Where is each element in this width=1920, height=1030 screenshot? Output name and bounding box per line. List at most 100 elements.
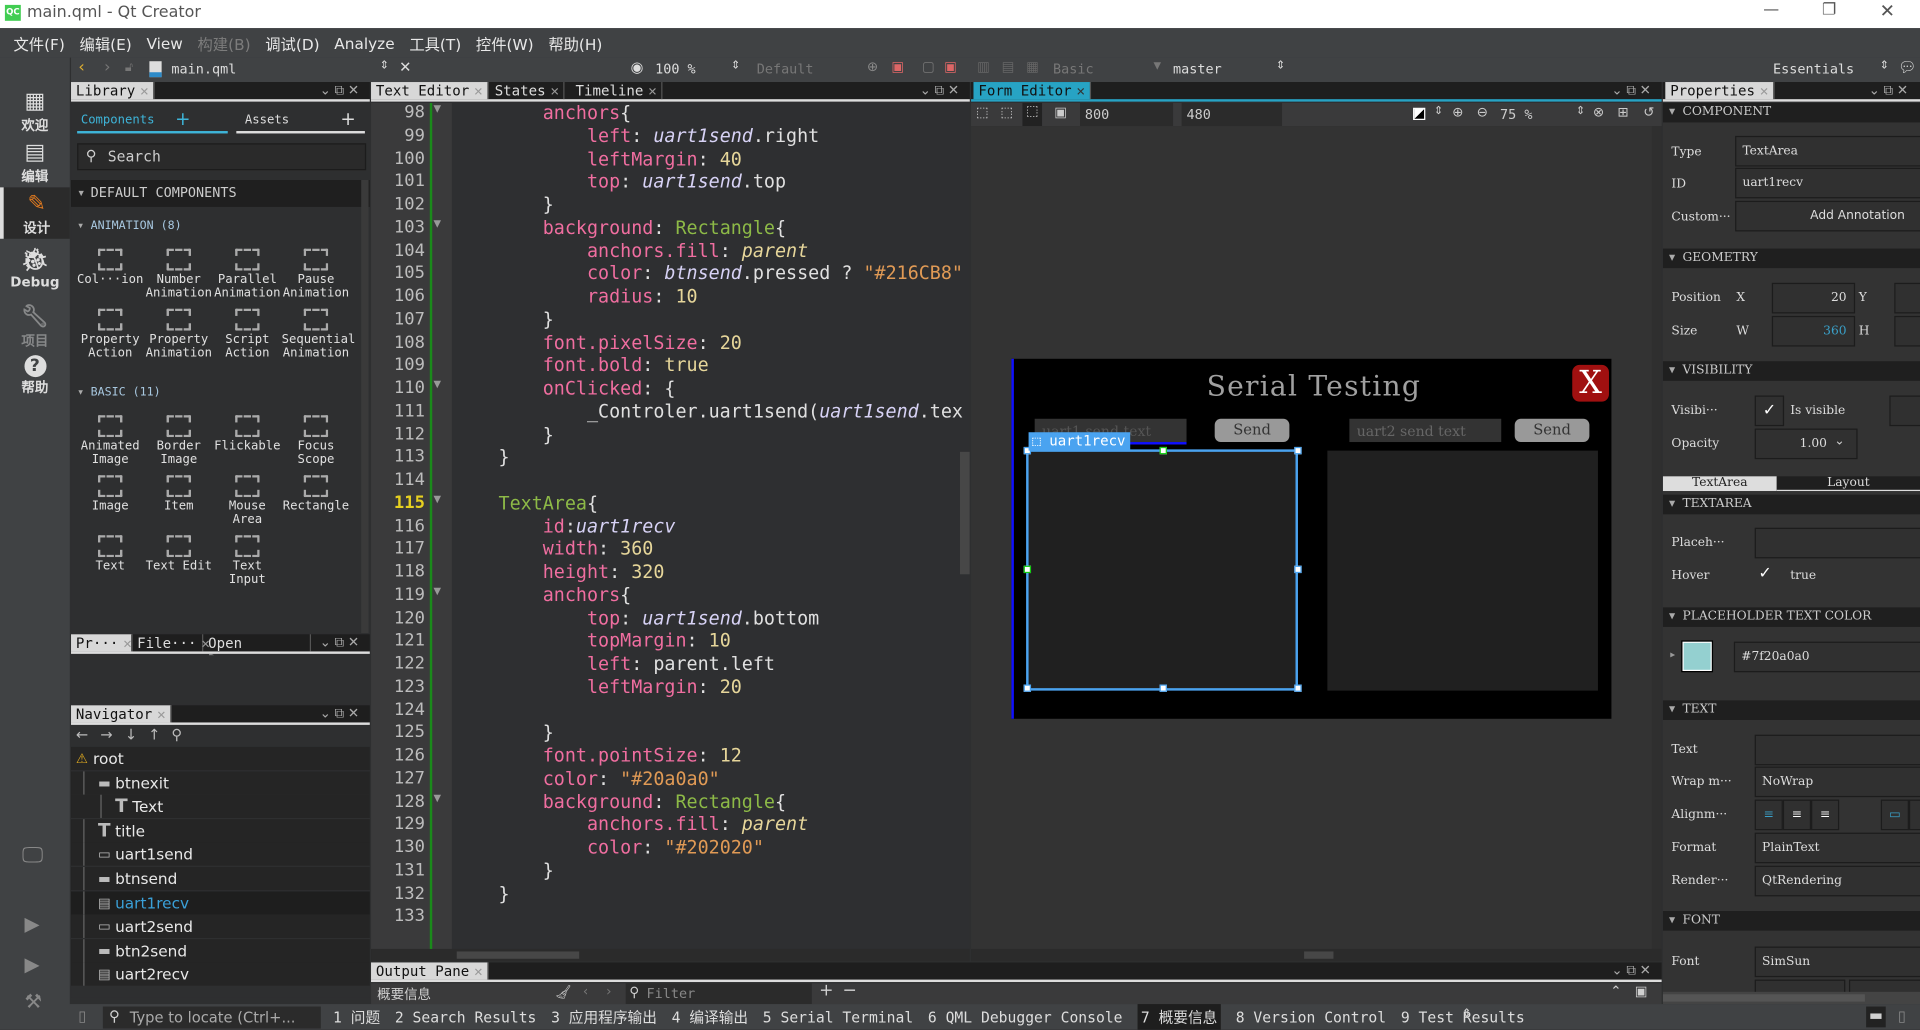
navigator-item-uart2recv[interactable]: ▤ uart2recv (71, 962, 370, 987)
tab-assets[interactable]: Assets (245, 114, 289, 127)
feedback-icon[interactable]: 💬︎ (1898, 59, 1917, 76)
canvas-vscrollbar[interactable] (1651, 126, 1662, 949)
navigator-item-Text[interactable]: T Text (71, 794, 370, 819)
resize-handle[interactable] (1159, 446, 1167, 455)
theme-select[interactable]: Basic (1053, 61, 1094, 77)
navigator-item-root[interactable]: ⚠ root (71, 746, 370, 771)
output-pane-button-3[interactable]: 3 应用程序输出 (551, 1007, 657, 1028)
placeholder-field[interactable] (1754, 527, 1920, 559)
tab-output-pane[interactable]: Output Pane ✕ (371, 962, 489, 980)
snap-margin-icon[interactable]: ⬚ (1022, 102, 1043, 127)
output-current[interactable]: 概要信息 (377, 984, 431, 1004)
layout-reset-icon[interactable]: ▣ (944, 59, 957, 75)
library-item[interactable]: Parallel Animation (213, 248, 282, 300)
move-up-icon[interactable]: ↑ (148, 726, 160, 743)
app-close-button[interactable]: X (1572, 364, 1609, 402)
library-item[interactable]: Rectangle (282, 475, 351, 513)
zoom-in-icon[interactable]: ⊕ (1452, 104, 1463, 120)
tab-text-editor[interactable]: Text Editor ✕ (371, 82, 489, 100)
zoom-arrows-icon[interactable]: ⇕ (1576, 105, 1585, 117)
color-swatch[interactable] (1681, 640, 1714, 673)
menu-6[interactable]: 工具(T) (403, 31, 467, 54)
text-editor[interactable]: 98 ▼ anchors{99 left: uart1send.right 100 … (371, 102, 970, 949)
snap-icon[interactable]: ⬚ (976, 104, 989, 120)
x-field[interactable]: 20 (1771, 282, 1856, 314)
font-section-header[interactable]: FONT (1662, 911, 1920, 931)
editor-hscrollbar[interactable] (371, 948, 970, 962)
library-item[interactable]: Mouse Area (213, 475, 282, 527)
output-toggle-icon[interactable]: ▯ (1898, 1008, 1906, 1025)
close-file-button[interactable]: ✕ (399, 59, 411, 76)
background-color-icon[interactable] (1413, 107, 1426, 121)
close-icon[interactable]: ✕ (1760, 82, 1768, 99)
panel-controls[interactable]: ⌄⧉✕ (320, 634, 363, 651)
placeholder-color-section-header[interactable]: PLACEHOLDER TEXT COLOR (1662, 607, 1920, 627)
library-item[interactable]: Image (76, 475, 145, 513)
library-item[interactable]: Animated Image (76, 415, 145, 467)
pane-arrows-icon[interactable]: ⇕ (1462, 1008, 1471, 1020)
move-left-icon[interactable]: ← (76, 726, 88, 743)
hover-checkbox[interactable]: ✓ (1758, 564, 1771, 582)
close-icon[interactable]: ✕ (550, 82, 558, 99)
zoom-level[interactable]: 75 % (1500, 107, 1532, 123)
uart1-recv-textarea[interactable] (1023, 446, 1302, 692)
locator-input[interactable]: ⚲ Type to locate (Ctrl+... (102, 1006, 321, 1029)
close-icon[interactable]: ✕ (648, 82, 656, 99)
snap-anchors-icon[interactable]: ⬚ (1000, 104, 1013, 120)
format-select[interactable]: PlainText (1754, 832, 1920, 864)
close-icon[interactable]: ✕ (157, 705, 165, 722)
navigator-item-uart2send[interactable]: ▭ uart2send (71, 914, 370, 939)
reset-icon[interactable]: ▣ (891, 59, 904, 75)
tab-navigator[interactable]: Navigator ✕ (71, 705, 172, 723)
menu-3[interactable]: 构建(B) (191, 31, 256, 54)
restore-button[interactable]: ❐ (1822, 1, 1836, 19)
library-item[interactable]: Pause Animation (282, 248, 351, 300)
navigator-item-uart1recv[interactable]: ▤ uart1recv (71, 890, 370, 915)
search-input[interactable]: ⚲ Search (77, 143, 367, 171)
tab-open-documents[interactable]: Open Do···✕ (203, 634, 312, 669)
navigator-item-btnsend[interactable]: ▬ btnsend (71, 866, 370, 891)
wrap-mode-select[interactable]: NoWrap (1754, 766, 1920, 798)
fold-arrow-icon[interactable]: ▼ (433, 493, 441, 504)
back-icon[interactable]: ‹ (78, 59, 84, 77)
uart2-send-input[interactable]: uart2 send text (1349, 418, 1502, 443)
library-group-header[interactable]: BASIC (11) (71, 383, 370, 403)
mode-bug[interactable]: 🐞︎ Debug (0, 244, 70, 295)
output-pane-button-1[interactable]: 1 问题 (333, 1007, 380, 1028)
mode-help[interactable]: ? 帮助 (0, 351, 70, 402)
tab-projects[interactable]: Pr··· ✕ (71, 634, 133, 652)
fold-arrow-icon[interactable]: ▼ (433, 103, 441, 114)
sidebar-toggle-icon[interactable]: ▯ (78, 1008, 86, 1025)
text-field[interactable] (1754, 734, 1920, 766)
library-item[interactable]: Text Input (213, 535, 282, 587)
tab-filesystem[interactable]: File··· ✕ (132, 634, 210, 652)
chevron-down-icon[interactable]: ⌄ (1834, 435, 1844, 448)
uart2-recv-textarea[interactable] (1327, 450, 1598, 691)
mode-pencil[interactable]: ✎ 设计 (0, 187, 70, 239)
resize-handle[interactable] (1023, 684, 1032, 692)
row-layout-icon[interactable]: ▥ (977, 59, 990, 75)
font-select[interactable]: SimSun (1754, 946, 1920, 978)
resize-handle[interactable] (1159, 684, 1167, 692)
library-item[interactable]: Script Action (213, 308, 282, 360)
tab-states[interactable]: States ✕ (490, 82, 566, 100)
add-icon[interactable]: ⊕ (867, 59, 878, 75)
mode-wrench[interactable]: 🔧︎ 项目 (0, 300, 70, 351)
y-field[interactable] (1894, 282, 1920, 314)
panel-controls[interactable]: ⌄⧉✕ (920, 82, 963, 99)
library-item[interactable]: Flickable (213, 415, 282, 453)
minimize-button[interactable]: — (1763, 1, 1779, 19)
library-item[interactable]: Border Image (144, 415, 213, 467)
align-vcenter-button[interactable] (1908, 799, 1920, 831)
filter-icon[interactable]: ⚲ (171, 726, 182, 743)
output-pane-button-6[interactable]: 6 QML Debugger Console (928, 1008, 1123, 1025)
menu-8[interactable]: 帮助(H) (542, 31, 608, 54)
library-group-header[interactable]: ANIMATION (8) (71, 217, 370, 237)
textarea-section-header[interactable]: TEXTAREA (1662, 494, 1920, 515)
current-file[interactable]: main.qml (171, 61, 236, 77)
workspace-arrows-icon[interactable]: ⇕ (1880, 60, 1889, 72)
tab-form-editor[interactable]: Form Editor ✕ (973, 82, 1092, 100)
output-pane-button-2[interactable]: 2 Search Results (395, 1008, 537, 1025)
zoom-arrows-icon[interactable]: ⇕ (731, 60, 740, 72)
close-icon[interactable]: ✕ (123, 634, 131, 651)
